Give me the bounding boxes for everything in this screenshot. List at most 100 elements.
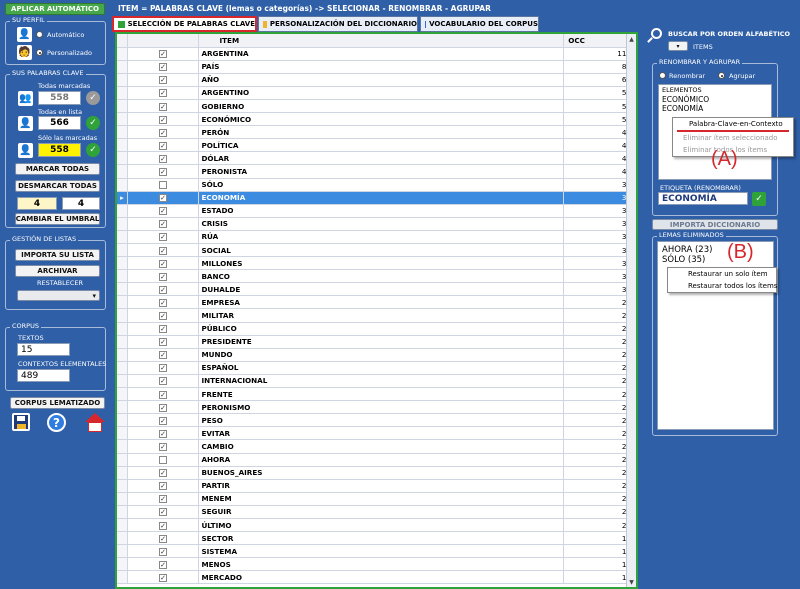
checkbox[interactable]: ✓: [159, 325, 168, 334]
header-item[interactable]: ITEM: [198, 34, 565, 48]
row-checkbox[interactable]: ✓: [127, 60, 200, 74]
row-checkbox[interactable]: ✓: [127, 191, 200, 205]
table-row[interactable]: ✓ DÓLAR44: [117, 151, 636, 166]
row-checkbox[interactable]: ✓: [127, 112, 200, 127]
row-selector[interactable]: [117, 308, 128, 323]
checkbox[interactable]: [159, 456, 168, 465]
checkbox[interactable]: ✓: [159, 194, 168, 203]
table-row[interactable]: ✓ MILLONES31: [117, 256, 636, 271]
all-list-check-icon[interactable]: ✓: [86, 116, 100, 130]
row-selector[interactable]: [117, 505, 128, 519]
row-checkbox[interactable]: ✓: [127, 138, 200, 153]
row-checkbox[interactable]: ✓: [127, 335, 200, 349]
row-selector[interactable]: [117, 479, 128, 493]
row-selector[interactable]: [117, 348, 128, 362]
header-occ[interactable]: OCC: [563, 34, 636, 48]
row-checkbox[interactable]: ✓: [127, 322, 200, 336]
checkbox[interactable]: ✓: [159, 495, 168, 504]
row-checkbox[interactable]: ✓: [127, 466, 200, 480]
tag-confirm-check-icon[interactable]: ✓: [752, 192, 766, 206]
table-row[interactable]: ✓ MENOS19: [117, 557, 636, 572]
table-row[interactable]: ✓ ARGENTINA 111: [117, 47, 636, 61]
scroll-down-icon[interactable]: ▼: [627, 577, 636, 587]
row-checkbox[interactable]: ✓: [127, 308, 200, 323]
row-checkbox[interactable]: ✓: [127, 295, 200, 310]
table-row[interactable]: ✓ PRESIDENTE26: [117, 335, 636, 349]
table-row[interactable]: ✓ PÚBLICO28: [117, 322, 636, 336]
checkbox[interactable]: ✓: [159, 482, 168, 491]
import-list-button[interactable]: IMPORTA SU LISTA: [15, 249, 100, 261]
row-checkbox[interactable]: ✓: [127, 505, 200, 519]
restore-dropdown[interactable]: ▾: [17, 290, 100, 301]
unmark-all-button[interactable]: DESMARCAR TODAS: [15, 180, 100, 192]
row-selector[interactable]: [117, 151, 128, 166]
row-checkbox[interactable]: ✓: [127, 47, 200, 61]
checkbox[interactable]: ✓: [159, 167, 168, 176]
scroll-up-icon[interactable]: ▲: [627, 34, 636, 44]
checkbox[interactable]: [159, 181, 168, 190]
row-checkbox[interactable]: ✓: [127, 269, 200, 284]
checkbox[interactable]: ✓: [159, 89, 168, 98]
checkbox[interactable]: ✓: [159, 547, 168, 556]
row-selector[interactable]: [117, 400, 128, 415]
table-row[interactable]: ✓ MUNDO26: [117, 348, 636, 362]
row-selector[interactable]: [117, 217, 128, 231]
table-row[interactable]: ✓ PERONISTA43: [117, 164, 636, 179]
mark-all-button[interactable]: MARCAR TODAS: [15, 163, 100, 175]
items-dropdown[interactable]: ▾: [668, 41, 688, 51]
row-checkbox[interactable]: ✓: [127, 479, 200, 493]
row-selector[interactable]: [117, 60, 128, 74]
tab-vocabulary[interactable]: VOCABULARIO DEL CORPUS: [420, 16, 539, 32]
row-selector[interactable]: [117, 426, 128, 441]
checkbox[interactable]: ✓: [159, 377, 168, 386]
row-selector[interactable]: [117, 413, 128, 428]
row-checkbox[interactable]: ✓: [127, 282, 200, 297]
vertical-scrollbar[interactable]: ▲ ▼: [626, 34, 636, 587]
row-checkbox[interactable]: [127, 178, 200, 192]
table-row[interactable]: ✓ GOBIERNO54: [117, 99, 636, 114]
table-row[interactable]: ✓ PESO24: [117, 413, 636, 428]
row-checkbox[interactable]: ✓: [127, 348, 200, 362]
row-checkbox[interactable]: ✓: [127, 243, 200, 258]
row-selector[interactable]: [117, 439, 128, 454]
row-selector[interactable]: [117, 518, 128, 533]
row-selector[interactable]: [117, 73, 128, 87]
checkbox[interactable]: ✓: [159, 298, 168, 307]
row-selector[interactable]: [117, 335, 128, 349]
checkbox[interactable]: ✓: [159, 141, 168, 150]
row-checkbox[interactable]: ✓: [127, 570, 200, 585]
table-row[interactable]: ✓ MERCADO19: [117, 570, 636, 585]
tag-field[interactable]: ECONOMÍA: [658, 192, 748, 205]
checkbox[interactable]: ✓: [159, 442, 168, 451]
row-checkbox[interactable]: ✓: [127, 531, 200, 546]
checkbox[interactable]: ✓: [159, 233, 168, 242]
table-row[interactable]: ✓ EMPRESA29: [117, 295, 636, 310]
row-checkbox[interactable]: ✓: [127, 125, 200, 140]
list-item[interactable]: ECONOMÍA: [659, 104, 771, 113]
archive-button[interactable]: ARCHIVAR: [15, 265, 100, 277]
threshold-a-field[interactable]: 4: [17, 197, 57, 210]
group-radio[interactable]: [718, 72, 725, 79]
row-selector[interactable]: [117, 164, 128, 179]
checkbox[interactable]: ✓: [159, 573, 168, 582]
row-selector[interactable]: [117, 557, 128, 572]
table-row[interactable]: ✓ FRENTE24: [117, 387, 636, 402]
tab-keyword-selection[interactable]: SELECCIÓN DE PALABRAS CLAVE: [112, 16, 257, 32]
checkbox[interactable]: ✓: [159, 390, 168, 399]
checkbox[interactable]: ✓: [159, 312, 168, 321]
checkbox[interactable]: ✓: [159, 534, 168, 543]
row-checkbox[interactable]: ✓: [127, 518, 200, 533]
row-checkbox[interactable]: ✓: [127, 400, 200, 415]
checkbox[interactable]: ✓: [159, 364, 168, 373]
rename-radio[interactable]: [659, 72, 666, 79]
checkbox[interactable]: ✓: [159, 560, 168, 569]
row-selector[interactable]: [117, 138, 128, 153]
row-selector[interactable]: [117, 204, 128, 218]
table-row[interactable]: ✓ SECTOR19: [117, 531, 636, 546]
table-row[interactable]: ✓ SOCIAL31: [117, 243, 636, 258]
table-row[interactable]: ✓ MILITAR29: [117, 308, 636, 323]
menu-item-restore-all[interactable]: Restaurar todos los ítems: [668, 280, 777, 292]
table-row[interactable]: ▸ ✓ ECONOMÍA34: [117, 191, 636, 205]
checkbox[interactable]: ✓: [159, 469, 168, 478]
checkbox[interactable]: ✓: [159, 115, 168, 124]
